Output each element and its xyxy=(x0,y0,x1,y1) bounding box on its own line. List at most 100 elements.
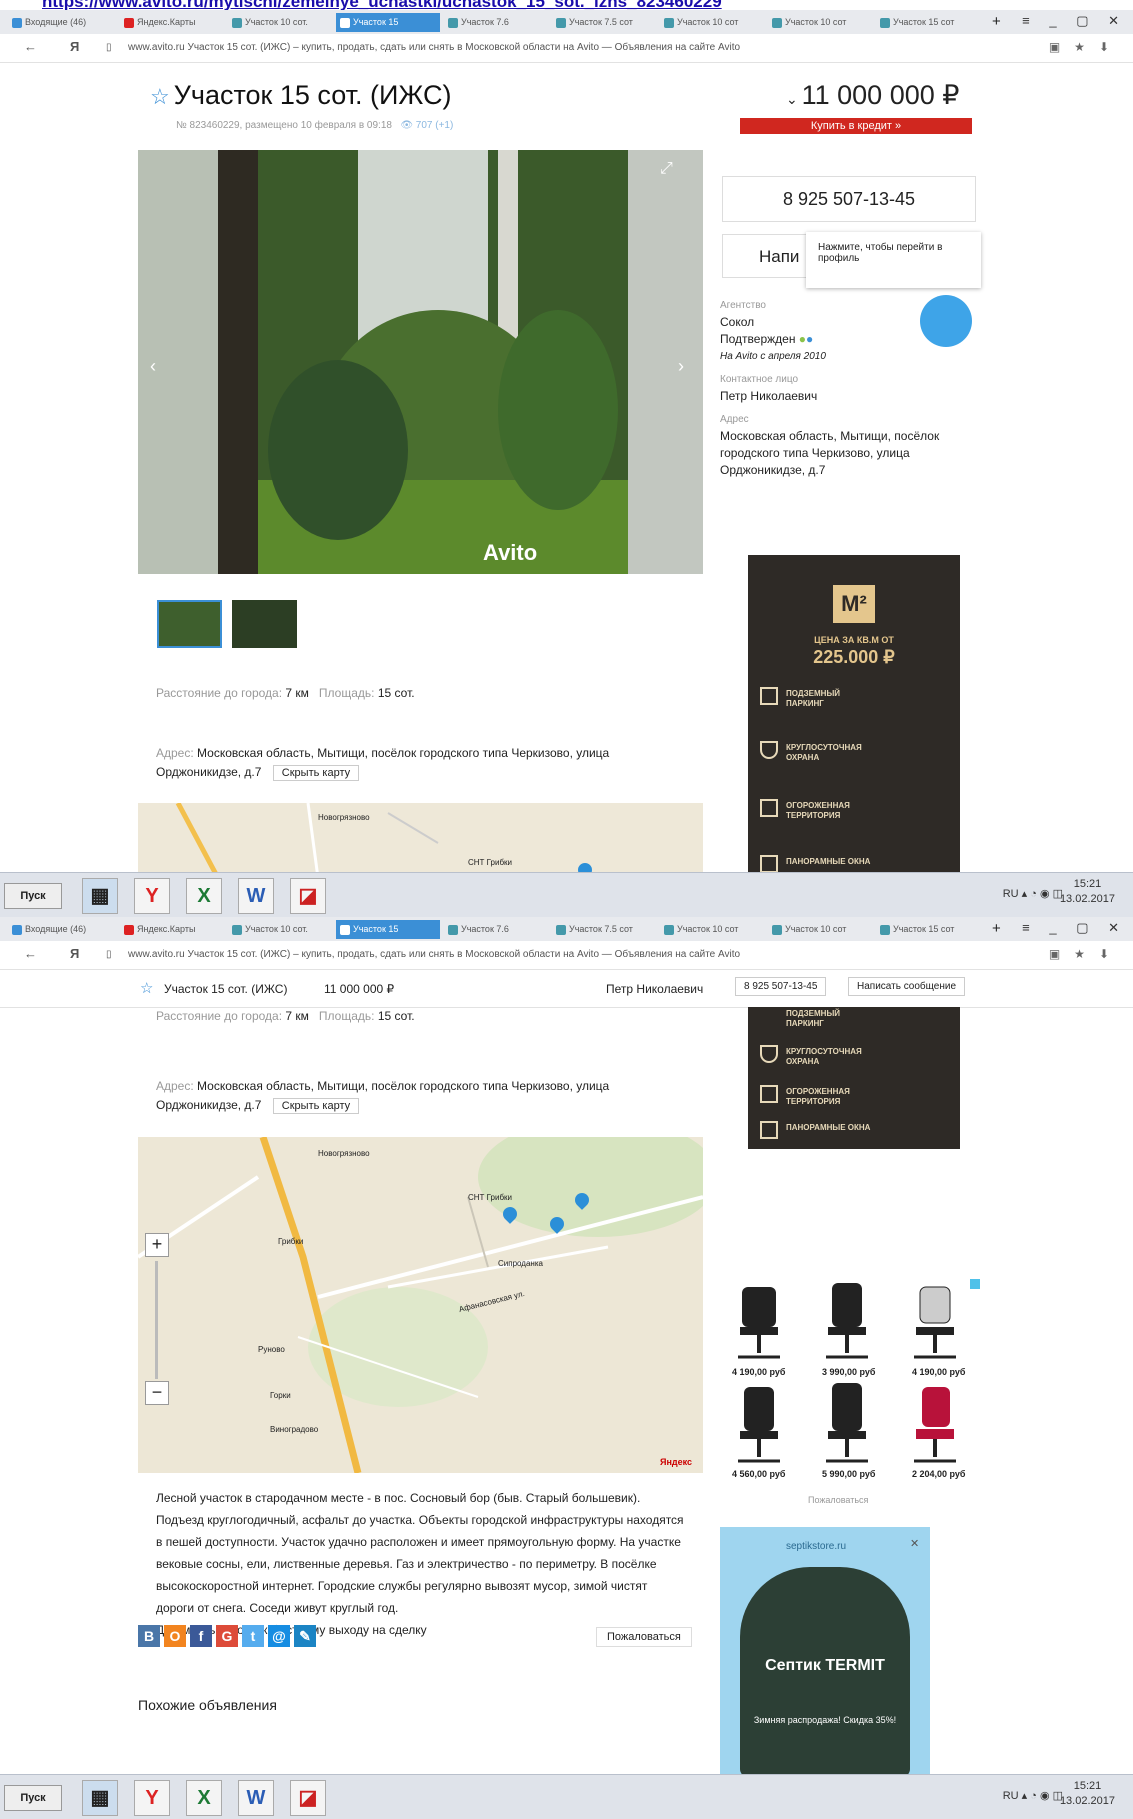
tab[interactable]: Участок 10 сот. xyxy=(228,920,332,939)
word-icon[interactable]: W xyxy=(238,1780,274,1816)
mail-share-icon[interactable]: @ xyxy=(268,1625,290,1647)
screenshot-bottom: Входящие (46) Яндекс.Карты Участок 10 со… xyxy=(0,917,1133,1777)
map-zoom-slider[interactable] xyxy=(155,1261,158,1379)
explorer-icon[interactable]: ▦ xyxy=(82,1780,118,1816)
chair-price: 2 204,00 руб xyxy=(912,1469,966,1479)
window-controls-icon[interactable]: ≡ _ ▢ ✕ xyxy=(1022,13,1127,29)
hide-map-button[interactable]: Скрыть карту xyxy=(272,765,360,781)
map-label: Новогрязново xyxy=(318,813,370,822)
tab[interactable]: Участок 15 сот xyxy=(876,13,980,32)
url-field[interactable]: www.avito.ru Участок 15 сот. (ИЖС) – куп… xyxy=(128,42,740,53)
sticky-write-button[interactable]: Написать сообщение xyxy=(848,977,966,996)
map-preview[interactable]: Новогрязново СНТ Грибки xyxy=(138,803,703,878)
tab[interactable]: Участок 10 сот xyxy=(660,13,764,32)
start-button[interactable]: Пуск xyxy=(4,1785,62,1811)
tab[interactable]: Участок 10 сот xyxy=(768,13,872,32)
ad-logo: М² xyxy=(833,585,875,623)
map-zoom-out-button[interactable]: − xyxy=(145,1381,169,1405)
clock[interactable]: 15:21 13.02.2017 xyxy=(1060,877,1115,907)
back-icon[interactable]: ← xyxy=(24,39,37,54)
thumbnail[interactable] xyxy=(232,600,297,648)
avatar-icon[interactable] xyxy=(920,295,972,347)
favorite-star-icon[interactable]: ☆ xyxy=(150,84,170,109)
clock[interactable]: 15:21 13.02.2017 xyxy=(1060,1779,1115,1809)
map-label: СНТ Грибки xyxy=(468,1193,513,1202)
tab[interactable]: Участок 15 сот xyxy=(876,920,980,939)
hide-map-button[interactable]: Скрыть карту xyxy=(272,1098,360,1114)
google-share-icon[interactable]: G xyxy=(216,1625,238,1647)
map-label: СНТ Грибки xyxy=(468,858,513,867)
fullscreen-icon[interactable]: ⤢ xyxy=(660,160,673,178)
excel-icon[interactable]: X xyxy=(186,1780,222,1816)
new-tab-icon[interactable]: + xyxy=(992,13,1001,30)
favorite-star-icon[interactable]: ☆ xyxy=(140,979,153,997)
tab[interactable]: Участок 7.6 xyxy=(444,920,548,939)
sticky-title: Участок 15 сот. (ИЖС) xyxy=(164,982,288,996)
lj-share-icon[interactable]: ✎ xyxy=(294,1625,316,1647)
map[interactable]: Новогрязново СНТ Грибки Грибки Сипроданк… xyxy=(138,1137,703,1473)
map-zoom-in-button[interactable]: + xyxy=(145,1233,169,1257)
phone-button[interactable]: 8 925 507-13-45 xyxy=(722,176,976,222)
ad-feature: ПАНОРАМНЫЕ ОКНА xyxy=(786,1123,871,1132)
ad-info-icon[interactable] xyxy=(970,1279,980,1289)
top-link[interactable]: https://www.avito.ru/mytischi/zemelnye_u… xyxy=(42,0,722,10)
credit-button[interactable]: Купить в кредит » xyxy=(740,118,972,134)
tab-active[interactable]: Участок 15 xyxy=(336,13,440,32)
complain-button[interactable]: Пожаловаться xyxy=(596,1627,692,1647)
tab[interactable]: Яндекс.Карты xyxy=(120,920,224,939)
new-tab-icon[interactable]: + xyxy=(992,920,1001,937)
ad-close-icon[interactable]: ✕ xyxy=(910,1537,919,1550)
yandex-icon[interactable]: Я xyxy=(70,39,79,54)
sticky-phone-button[interactable]: 8 925 507-13-45 xyxy=(735,977,827,996)
start-button[interactable]: Пуск xyxy=(4,883,62,909)
back-icon[interactable]: ← xyxy=(24,946,37,961)
tab[interactable]: Входящие (46) xyxy=(8,920,112,939)
yandex-browser-icon[interactable]: Y xyxy=(134,878,170,914)
ad-title: Септик TERMIT xyxy=(765,1657,885,1674)
yandex-browser-icon[interactable]: Y xyxy=(134,1780,170,1816)
tab[interactable]: Участок 7.5 сот xyxy=(552,920,656,939)
description: Лесной участок в стародачном месте - в п… xyxy=(156,1491,684,1637)
verified-icon: ● xyxy=(798,332,807,346)
pdf-icon[interactable]: ◪ xyxy=(290,1780,326,1816)
word-icon[interactable]: W xyxy=(238,878,274,914)
ad-banner-realty[interactable]: ПОДЗЕМНЫЙ ПАРКИНГ КРУГЛОСУТОЧНАЯ ОХРАНА … xyxy=(748,1007,960,1149)
facebook-share-icon[interactable]: f xyxy=(190,1625,212,1647)
ad-chairs[interactable]: 4 190,00 руб 3 990,00 руб 4 190,00 руб 4… xyxy=(722,1279,984,1489)
ok-share-icon[interactable]: О xyxy=(164,1625,186,1647)
tray-lang[interactable]: RU ▴ ◔ ◉ ◫ xyxy=(1003,887,1063,900)
profile-tooltip: Нажмите, чтобы перейти в профиль xyxy=(806,232,981,288)
vk-share-icon[interactable]: В xyxy=(138,1625,160,1647)
screenshot-top: Входящие (46) Яндекс.Карты Участок 10 со… xyxy=(0,10,1133,878)
tab[interactable]: Участок 7.6 xyxy=(444,13,548,32)
ad-septik[interactable]: septikstore.ru ✕ Септик TERMIT Зимняя ра… xyxy=(720,1527,930,1777)
thumbnail[interactable] xyxy=(157,600,222,648)
page-icon: ▯ xyxy=(106,42,112,53)
info-icon: ● xyxy=(806,332,814,346)
url-field[interactable]: www.avito.ru Участок 15 сот. (ИЖС) – куп… xyxy=(128,949,740,960)
tab[interactable]: Яндекс.Карты xyxy=(120,13,224,32)
params-row: Расстояние до города: 7 км Площадь: 15 с… xyxy=(156,1009,415,1023)
yandex-icon[interactable]: Я xyxy=(70,946,79,961)
pdf-icon[interactable]: ◪ xyxy=(290,878,326,914)
address-block: Адрес: Московская область, Мытищи, посёл… xyxy=(156,746,610,781)
tab[interactable]: Участок 10 сот xyxy=(660,920,764,939)
tab[interactable]: Участок 7.5 сот xyxy=(552,13,656,32)
window-controls-icon[interactable]: ≡ _ ▢ ✕ xyxy=(1022,920,1127,936)
toolbar-icons[interactable]: ▣★⬇ xyxy=(1049,947,1123,961)
tab[interactable]: Входящие (46) xyxy=(8,13,112,32)
main-photo[interactable]: ‹ › Avito ⤢ xyxy=(138,150,703,574)
twitter-share-icon[interactable]: t xyxy=(242,1625,264,1647)
price-dropdown-icon[interactable]: ⌄ xyxy=(786,91,802,107)
ad-banner-realty[interactable]: М² ЦЕНА ЗА КВ.М ОТ 225.000 ₽ ПОДЗЕМНЫЙ П… xyxy=(748,555,960,878)
ad-complain-link[interactable]: Пожаловаться xyxy=(808,1495,868,1505)
excel-icon[interactable]: X xyxy=(186,878,222,914)
explorer-icon[interactable]: ▦ xyxy=(82,878,118,914)
toolbar-icons[interactable]: ▣★⬇ xyxy=(1049,40,1123,54)
tab[interactable]: Участок 10 сот. xyxy=(228,13,332,32)
tab-active[interactable]: Участок 15 xyxy=(336,920,440,939)
ad-domain: septikstore.ru xyxy=(786,1541,847,1552)
tray-lang[interactable]: RU ▴ ◔ ◉ ◫ xyxy=(1003,1789,1063,1802)
chair-price: 5 990,00 руб xyxy=(822,1469,876,1479)
tab[interactable]: Участок 10 сот xyxy=(768,920,872,939)
